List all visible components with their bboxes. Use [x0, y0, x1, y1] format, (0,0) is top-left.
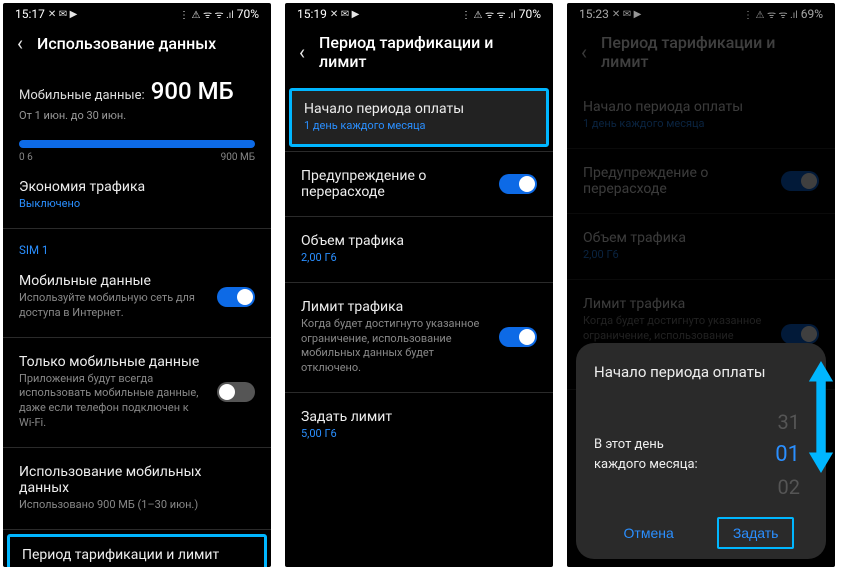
- back-icon: ‹: [581, 42, 587, 62]
- picker-next[interactable]: 02: [775, 472, 800, 503]
- usage-summary: Мобильные данные: 900 МБ От 1 июн. до 30…: [3, 69, 271, 130]
- progress-min: 0 6: [19, 152, 33, 163]
- screen-billing-dialog: 15:23 ✕ ✉ ▶ ⋮ ⚠ ᯤ ᯤ .ıl 69% ‹ Период тар…: [567, 3, 835, 567]
- picker-prev[interactable]: 31: [775, 407, 800, 438]
- day-picker[interactable]: 31 01 02: [775, 407, 808, 503]
- row-mobile-usage[interactable]: Использование мобильных данных Использов…: [3, 452, 271, 525]
- row-overspend-warning: Предупреждение о перерасходе: [567, 153, 835, 209]
- row-mobile-data[interactable]: Мобильные данные Используйте мобильную с…: [3, 261, 271, 333]
- row-billing-period[interactable]: Период тарификации и лимит 1 день каждог…: [7, 534, 267, 567]
- battery-percent: 69%: [801, 7, 823, 21]
- clock: 15:23: [579, 7, 609, 21]
- page-title: Период тарификации и лимит: [601, 33, 821, 71]
- header: ‹ Использование данных: [3, 23, 271, 69]
- cancel-button[interactable]: Отмена: [608, 517, 690, 549]
- usage-label: Мобильные данные:: [19, 88, 145, 103]
- row-traffic-limit[interactable]: Лимит трафика Когда будет достигнуто ука…: [285, 287, 553, 388]
- toggle-limit: [781, 324, 819, 344]
- toggle-mobile-data[interactable]: [217, 287, 255, 307]
- dialog-start-period: Начало периода оплаты В этот день каждог…: [576, 343, 826, 559]
- status-bar: 15:17 ✕ ✉ ▶ ⋮ ⚠ ᯤ ᯤ .ıl 70%: [3, 3, 271, 23]
- clock: 15:19: [297, 7, 327, 21]
- toggle-overspend[interactable]: [499, 174, 537, 194]
- divider: [3, 228, 271, 229]
- status-icons-left: ✕ ✉ ▶: [48, 9, 77, 20]
- row-start-period[interactable]: Начало периода оплаты 1 день каждого мес…: [289, 88, 549, 147]
- battery-percent: 70%: [237, 7, 259, 21]
- row-traffic-volume: Объем трафика 2,00 Г6: [567, 218, 835, 275]
- row-start-period: Начало периода оплаты 1 день каждого мес…: [567, 87, 835, 144]
- confirm-button[interactable]: Задать: [717, 517, 795, 549]
- picker-selected[interactable]: 01: [775, 438, 800, 472]
- header: ‹ Период тарификации и лимит: [285, 23, 553, 87]
- toggle-limit[interactable]: [499, 327, 537, 347]
- row-only-mobile[interactable]: Только мобильные данные Приложения будут…: [3, 342, 271, 443]
- battery-percent: 70%: [519, 7, 541, 21]
- page-title: Использование данных: [37, 34, 216, 53]
- clock: 15:17: [15, 7, 45, 21]
- header: ‹ Период тарификации и лимит: [567, 23, 835, 87]
- dialog-title: Начало периода оплаты: [594, 363, 808, 381]
- status-bar: 15:23 ✕ ✉ ▶ ⋮ ⚠ ᯤ ᯤ .ıl 69%: [567, 3, 835, 23]
- usage-range: От 1 июн. до 30 июн.: [19, 109, 255, 122]
- toggle-overspend: [781, 171, 819, 191]
- row-subtitle: Выключено: [19, 197, 243, 212]
- page-title: Период тарификации и лимит: [319, 33, 539, 71]
- back-icon[interactable]: ‹: [299, 42, 305, 62]
- row-traffic-volume[interactable]: Объем трафика 2,00 Г6: [285, 221, 553, 278]
- dialog-prompt: В этот день каждого месяца:: [594, 435, 712, 474]
- row-set-limit[interactable]: Задать лимит 5,00 Г6: [285, 397, 553, 454]
- sim1-label: SIM 1: [3, 233, 271, 261]
- status-bar: 15:19 ✕ ✉ ▶ ⋮ ⚠ ᯤ ᯤ .ıl 70%: [285, 3, 553, 23]
- scroll-arrow-icon: [807, 357, 835, 477]
- progress-max: 900 МБ: [221, 152, 255, 163]
- row-overspend-warning[interactable]: Предупреждение о перерасходе: [285, 156, 553, 212]
- screen-data-usage: 15:17 ✕ ✉ ▶ ⋮ ⚠ ᯤ ᯤ .ıl 70% ‹ Использова…: [3, 3, 271, 567]
- row-title: Экономия трафика: [19, 179, 243, 195]
- status-icons-right: ⋮ ⚠ ᯤ ᯤ .ıl: [179, 7, 234, 21]
- row-data-saver[interactable]: Экономия трафика Выключено: [3, 167, 271, 224]
- back-icon[interactable]: ‹: [17, 33, 23, 53]
- usage-value: 900 МБ: [151, 77, 234, 105]
- progress-bar: 0 6 900 МБ: [3, 130, 271, 167]
- screen-billing-limit: 15:19 ✕ ✉ ▶ ⋮ ⚠ ᯤ ᯤ .ıl 70% ‹ Период тар…: [285, 3, 553, 567]
- toggle-only-mobile[interactable]: [217, 382, 255, 402]
